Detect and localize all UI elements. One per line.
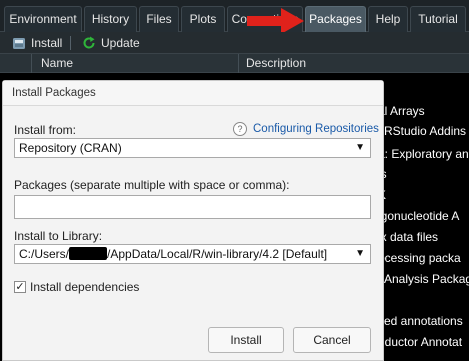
- package-description: ocessing packa: [378, 251, 461, 265]
- install-packages-dialog: Install Packages Install from: ? Configu…: [2, 80, 384, 361]
- tab-history[interactable]: History: [84, 6, 137, 32]
- install-icon: [13, 38, 25, 49]
- column-divider: [31, 54, 32, 73]
- dropdown-arrow-icon: ▼: [355, 248, 365, 259]
- dialog-title: Install Packages: [3, 81, 383, 106]
- tab-packages[interactable]: Packages: [305, 6, 366, 32]
- library-path-suffix: /AppData/Local/R/win-library/4.2 [Defaul…: [107, 247, 328, 261]
- package-description: sed annotations: [378, 314, 463, 328]
- packages-input[interactable]: [14, 195, 371, 219]
- checkmark-icon: ✓: [14, 281, 26, 293]
- column-divider: [238, 54, 239, 73]
- update-button[interactable]: Update: [82, 35, 140, 51]
- package-description: a: Exploratory and: [378, 147, 469, 161]
- package-description: al Arrays: [378, 104, 425, 118]
- configuring-repositories-text: Configuring Repositories: [253, 123, 379, 135]
- package-description: nductor Annotat: [378, 335, 463, 349]
- install-to-library-label: Install to Library:: [14, 229, 103, 243]
- install-from-label: Install from:: [14, 123, 77, 137]
- redacted-username: [69, 247, 108, 260]
- install-from-select[interactable]: Repository (CRAN) ▼: [14, 138, 371, 158]
- install-dependencies-label: Install dependencies: [30, 280, 140, 294]
- packages-table-header: Name Description: [0, 54, 469, 73]
- help-icon: ?: [233, 122, 247, 136]
- install-button[interactable]: Install: [12, 35, 62, 51]
- tab-plots[interactable]: Plots: [181, 6, 225, 32]
- package-description: RStudio Addins: [384, 124, 467, 138]
- update-label: Update: [101, 36, 140, 50]
- cancel-button[interactable]: Cancel: [293, 327, 371, 353]
- tab-files[interactable]: Files: [139, 6, 179, 32]
- install-from-value: Repository (CRAN): [19, 141, 122, 155]
- install-dependencies-checkbox[interactable]: ✓ Install dependencies: [14, 280, 139, 294]
- tab-help[interactable]: Help: [368, 6, 408, 32]
- packages-label: Packages (separate multiple with space o…: [14, 178, 290, 192]
- install-button[interactable]: Install: [208, 327, 284, 353]
- annotation-arrow-icon: [247, 8, 304, 34]
- package-description: Analysis Package: [384, 272, 469, 286]
- packages-toolbar: Install Update: [0, 32, 469, 54]
- tab-environment[interactable]: Environment: [4, 6, 82, 32]
- library-path-prefix: C:/Users/: [19, 247, 70, 261]
- pane-tab-bar: Environment History Files Plots Connecti…: [0, 0, 469, 34]
- refresh-icon: [83, 36, 95, 49]
- package-description: ix data files: [378, 230, 439, 244]
- library-select[interactable]: C:/Users/ /AppData/Local/R/win-library/4.…: [14, 244, 371, 264]
- column-header-description[interactable]: Description: [246, 56, 306, 70]
- configuring-repositories-link[interactable]: ? Configuring Repositories: [233, 122, 379, 136]
- package-description: igonucleotide A: [378, 209, 460, 223]
- toolbar-divider: [70, 36, 71, 50]
- install-label: Install: [31, 36, 63, 50]
- column-header-name[interactable]: Name: [41, 56, 73, 70]
- dropdown-arrow-icon: ▼: [355, 142, 365, 153]
- tab-tutorial[interactable]: Tutorial: [410, 6, 466, 32]
